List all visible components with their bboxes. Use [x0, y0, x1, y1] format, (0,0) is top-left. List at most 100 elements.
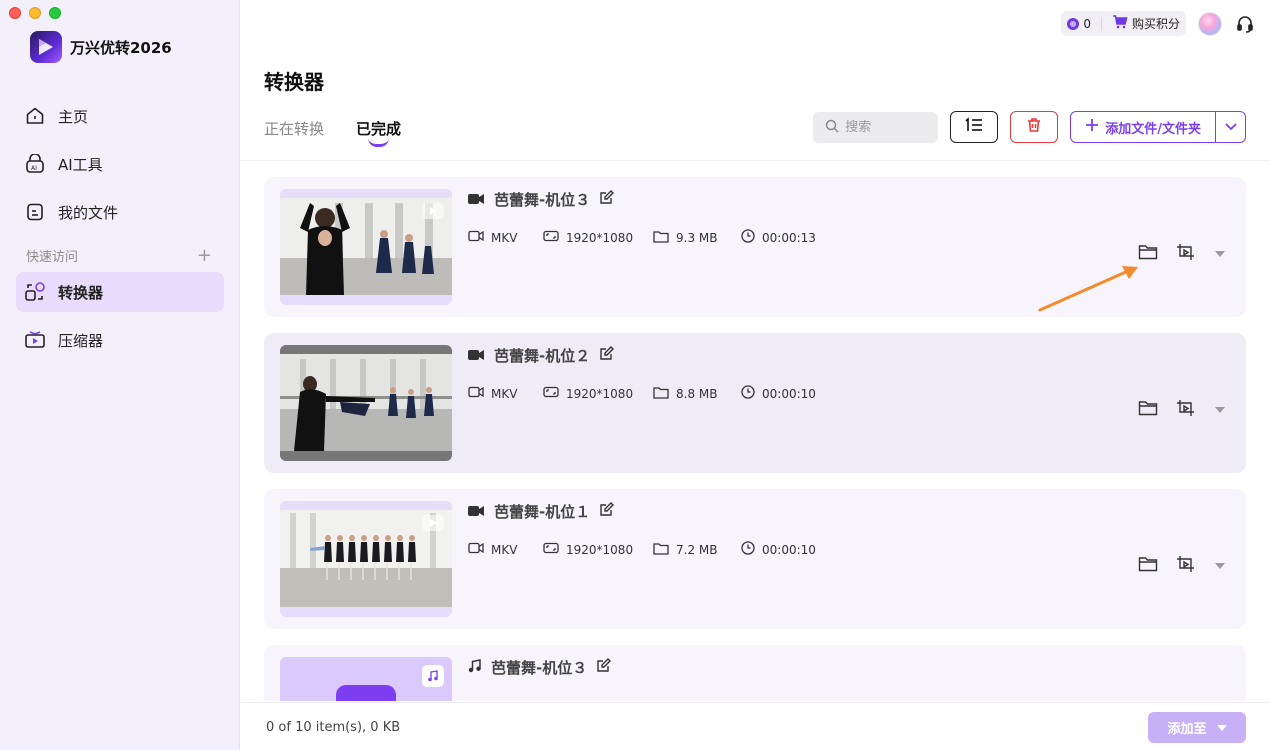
avatar[interactable]	[1198, 11, 1222, 36]
resolution-icon	[543, 542, 559, 557]
resolution-info: 1920*1080	[543, 386, 653, 401]
home-icon	[24, 105, 46, 127]
window-controls	[9, 7, 61, 19]
rename-edit-icon[interactable]	[599, 502, 615, 521]
video-thumbnail[interactable]	[280, 501, 452, 617]
format-info: MKV	[468, 542, 543, 557]
open-folder-icon[interactable]	[1138, 556, 1158, 576]
more-options-caret-icon[interactable]	[1214, 407, 1226, 413]
crop-edit-icon[interactable]	[1176, 243, 1196, 265]
header-divider	[240, 160, 1270, 161]
buy-credits-label[interactable]: 购买积分	[1132, 15, 1180, 32]
crop-edit-icon[interactable]	[1176, 399, 1196, 421]
top-bar: 0 购买积分	[1061, 11, 1256, 36]
file-name: 芭蕾舞-机位３	[494, 191, 591, 209]
file-meta: MKV 1920*1080 8.8 MB 00:00:10	[468, 385, 816, 402]
file-list: 芭蕾舞-机位３ MKV 1920*1080 9.3 MB 00:00:13 芭蕾…	[264, 177, 1246, 701]
close-window-button[interactable]	[9, 7, 21, 19]
format-value: MKV	[491, 230, 518, 245]
more-options-caret-icon[interactable]	[1214, 251, 1226, 257]
ai-tools-icon: AI	[24, 153, 46, 175]
clock-icon	[741, 541, 755, 558]
rename-edit-icon[interactable]	[596, 658, 612, 677]
credits-count: 0	[1083, 16, 1091, 31]
search-box[interactable]	[813, 111, 939, 143]
support-headset-icon[interactable]	[1234, 13, 1256, 35]
chevron-down-icon	[1224, 120, 1237, 135]
resolution-info: 1920*1080	[543, 230, 653, 245]
crop-edit-icon[interactable]	[1176, 555, 1196, 577]
sidebar-item-my-files[interactable]: 我的文件	[16, 192, 224, 232]
resolution-value: 1920*1080	[566, 542, 634, 557]
sidebar-item-label: AI工具	[58, 155, 103, 174]
plus-icon	[1085, 118, 1099, 136]
tab-converting[interactable]: 正在转换	[264, 118, 324, 139]
more-options-caret-icon[interactable]	[1214, 563, 1226, 569]
file-icon	[24, 201, 46, 223]
sidebar-item-home[interactable]: 主页	[16, 96, 224, 136]
size-value: 7.2 MB	[676, 542, 718, 557]
resolution-value: 1920*1080	[566, 230, 634, 245]
file-actions	[1138, 399, 1226, 421]
open-folder-icon[interactable]	[1138, 244, 1158, 264]
music-note-icon	[422, 665, 444, 687]
sidebar-item-converter[interactable]: 转换器	[16, 272, 224, 312]
audio-cover-icon	[336, 685, 396, 701]
video-type-icon	[422, 515, 444, 531]
credits-widget[interactable]: 0 购买积分	[1061, 11, 1186, 36]
sort-button[interactable]	[950, 111, 999, 143]
resolution-value: 1920*1080	[566, 386, 634, 401]
rename-edit-icon[interactable]	[599, 346, 615, 365]
search-input[interactable]	[845, 119, 926, 135]
tab-bar: 正在转换 已完成	[264, 118, 401, 147]
video-thumbnail[interactable]	[280, 189, 452, 305]
video-format-icon	[468, 542, 484, 557]
size-value: 9.3 MB	[676, 230, 718, 245]
minimize-window-button[interactable]	[29, 7, 41, 19]
quick-access-label: 快速访问	[26, 250, 79, 265]
music-note-icon	[468, 658, 482, 677]
format-info: MKV	[468, 230, 543, 245]
file-name: 芭蕾舞-机位１	[494, 503, 591, 521]
video-thumbnail[interactable]	[280, 345, 452, 461]
video-format-icon	[468, 386, 484, 401]
file-title-row: 芭蕾舞-机位２	[468, 345, 615, 366]
video-type-icon	[422, 203, 444, 219]
folder-size-icon	[653, 386, 669, 402]
thumbnail-image	[280, 354, 452, 451]
item-count: 0 of 10 item(s), 0 KB	[266, 720, 401, 735]
audio-thumbnail[interactable]	[280, 657, 452, 701]
add-files-button[interactable]: 添加文件/文件夹	[1070, 111, 1246, 143]
file-card[interactable]: 芭蕾舞-机位１ MKV 1920*1080 7.2 MB 00:00:10	[264, 489, 1246, 629]
rename-edit-icon[interactable]	[599, 190, 615, 209]
page-title: 转换器	[264, 70, 324, 94]
file-card[interactable]: 芭蕾舞-机位３	[264, 645, 1246, 701]
add-files-dropdown[interactable]	[1215, 112, 1245, 142]
credits-coin-icon	[1067, 17, 1080, 30]
add-files-main[interactable]: 添加文件/文件夹	[1071, 112, 1215, 142]
duration-value: 00:00:10	[762, 542, 816, 557]
credits-divider	[1100, 16, 1102, 31]
tab-completed[interactable]: 已完成	[356, 118, 401, 147]
sidebar-item-ai-tools[interactable]: AI AI工具	[16, 144, 224, 184]
sidebar-item-label: 我的文件	[58, 203, 119, 222]
clock-icon	[741, 229, 755, 246]
sidebar-item-label: 主页	[58, 107, 89, 126]
quick-access-header: 快速访问 +	[26, 246, 212, 265]
file-name: 芭蕾舞-机位３	[491, 659, 588, 677]
add-to-label: 添加至	[1167, 722, 1207, 737]
add-to-button[interactable]: 添加至	[1148, 712, 1246, 743]
annotation-arrow-icon	[1038, 266, 1138, 312]
delete-button[interactable]	[1010, 111, 1059, 143]
file-card[interactable]: 芭蕾舞-机位２ MKV 1920*1080 8.8 MB 00:00:10	[264, 333, 1246, 473]
file-actions	[1138, 243, 1226, 265]
add-quick-access-button[interactable]: +	[197, 246, 212, 265]
size-info: 8.8 MB	[653, 386, 741, 402]
sidebar-item-compressor[interactable]: 压缩器	[16, 320, 224, 360]
open-folder-icon[interactable]	[1138, 400, 1158, 420]
file-meta: MKV 1920*1080 7.2 MB 00:00:10	[468, 541, 816, 558]
maximize-window-button[interactable]	[49, 7, 61, 19]
video-format-icon	[468, 230, 484, 245]
file-title-row: 芭蕾舞-机位３	[468, 657, 612, 678]
resolution-icon	[543, 230, 559, 245]
